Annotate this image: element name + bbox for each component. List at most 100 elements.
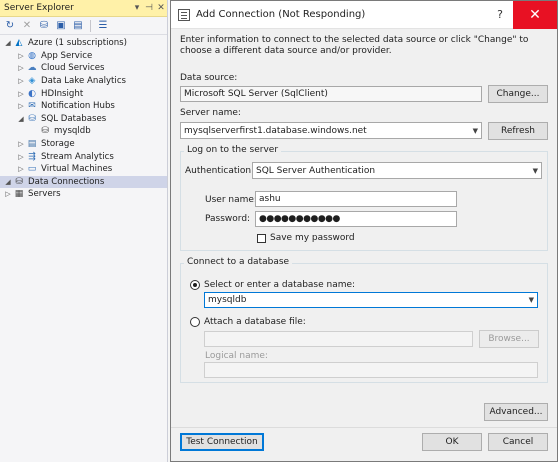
authentication-value: SQL Server Authentication xyxy=(256,165,376,176)
tree-item-label: Notification Hubs xyxy=(41,101,115,112)
tree-item-label: HDInsight xyxy=(41,88,84,99)
tree-item[interactable]: ◢ ⛁ Data Connections xyxy=(0,175,167,189)
username-label: User name: xyxy=(205,195,257,205)
servers-icon: ▦ xyxy=(14,189,24,200)
server-name-value: mysqlserverfirst1.database.windows.net xyxy=(184,125,367,136)
tree-item[interactable]: ▷ ☁ Cloud Services xyxy=(0,62,167,75)
ok-button[interactable]: OK xyxy=(422,433,482,451)
database-name-combobox[interactable]: mysqldb ▼ xyxy=(204,292,538,308)
stop-icon[interactable]: ✕ xyxy=(20,19,34,33)
tree-item[interactable]: ▷ ▦ Servers xyxy=(0,188,167,201)
collapsed-caret-icon[interactable]: ▷ xyxy=(3,190,13,198)
attach-file-label: Attach a database file: xyxy=(204,317,306,327)
globe-icon: ◍ xyxy=(28,50,36,61)
connect-azure-icon[interactable]: ▤ xyxy=(71,19,85,33)
chevron-down-icon[interactable]: ▼ xyxy=(473,127,478,135)
collapsed-caret-icon[interactable]: ▷ xyxy=(16,77,26,85)
database-name-value: mysqldb xyxy=(208,295,247,305)
tree-item[interactable]: ▷ ✉ Notification Hubs xyxy=(0,100,167,113)
expanded-caret-icon[interactable]: ◢ xyxy=(16,115,26,123)
close-button[interactable]: ✕ xyxy=(513,0,557,29)
tree-item[interactable]: ▷ ◈ Data Lake Analytics xyxy=(0,75,167,88)
tree-item[interactable]: ▷ ◍ App Service xyxy=(0,50,167,63)
collapsed-caret-icon[interactable]: ▷ xyxy=(16,140,26,148)
server-explorer-panel: Server Explorer ▾ ⊣ ✕ ↻ ✕ ⛁ ▣ ▤ ☰ ◢ ◭ Azur… xyxy=(0,0,168,462)
collapsed-caret-icon[interactable]: ▷ xyxy=(16,52,26,60)
data-source-label: Data source: xyxy=(180,73,238,83)
collapsed-caret-icon[interactable]: ▷ xyxy=(16,64,26,72)
username-input[interactable]: ashu xyxy=(255,191,457,207)
refresh-icon[interactable]: ↻ xyxy=(3,19,17,33)
chevron-down-icon[interactable]: ▼ xyxy=(529,296,534,304)
server-explorer-titlebar: Server Explorer ▾ ⊣ ✕ xyxy=(0,0,167,17)
storage-icon: ▤ xyxy=(27,139,37,150)
server-explorer-toolbar: ↻ ✕ ⛁ ▣ ▤ ☰ xyxy=(0,17,167,35)
tree-item[interactable]: ◢ ⛁ SQL Databases xyxy=(0,113,167,126)
tree-item-label: App Service xyxy=(41,50,93,61)
collapsed-caret-icon[interactable]: ▷ xyxy=(16,102,26,110)
server-name-combobox[interactable]: mysqlserverfirst1.database.windows.net ▼ xyxy=(180,122,482,139)
tree-item-label: SQL Databases xyxy=(41,113,107,124)
server-explorer-title: Server Explorer xyxy=(4,3,74,13)
cancel-button[interactable]: Cancel xyxy=(488,433,548,451)
tree-item[interactable]: ▷ ⇶ Stream Analytics xyxy=(0,150,167,163)
pin-icon[interactable]: ⊣ xyxy=(143,3,155,13)
attach-file-input[interactable] xyxy=(204,331,473,347)
tree-item-label: Servers xyxy=(28,189,61,200)
window-position-dropdown-icon[interactable]: ▾ xyxy=(131,3,143,13)
connect-database-icon[interactable]: ⛁ xyxy=(37,19,51,33)
test-connection-button[interactable]: Test Connection xyxy=(180,433,264,451)
logical-name-label: Logical name: xyxy=(205,351,268,361)
refresh-button[interactable]: Refresh xyxy=(488,122,548,140)
tree-item-label: Azure (1 subscriptions) xyxy=(28,38,128,49)
tree-item[interactable]: ⛁ mysqldb xyxy=(0,125,167,138)
tree-item-label: mysqldb xyxy=(54,126,91,137)
help-button[interactable]: ? xyxy=(487,8,513,21)
toolbar-separator xyxy=(90,19,91,32)
sql-database-icon: ⛁ xyxy=(28,113,36,124)
stream-analytics-icon: ⇶ xyxy=(28,151,36,162)
close-panel-icon[interactable]: ✕ xyxy=(155,3,167,13)
save-password-label: Save my password xyxy=(270,233,355,243)
tree-item[interactable]: ▷ ◐ HDInsight xyxy=(0,87,167,100)
change-button[interactable]: Change... xyxy=(488,85,548,103)
save-password-checkbox[interactable] xyxy=(257,234,266,243)
select-database-radio[interactable] xyxy=(190,280,200,290)
tree-item[interactable]: ▷ ▭ Virtual Machines xyxy=(0,163,167,176)
tree-item-label: Storage xyxy=(41,139,75,150)
collapsed-caret-icon[interactable]: ▷ xyxy=(16,165,26,173)
tree-item-label: Stream Analytics xyxy=(41,151,114,162)
add-connection-dialog: Add Connection (Not Responding) ? ✕ Ente… xyxy=(170,0,558,462)
intro-text: Enter information to connect to the sele… xyxy=(180,35,529,56)
tree-item[interactable]: ▷ ▤ Storage xyxy=(0,138,167,151)
data-source-field: Microsoft SQL Server (SqlClient) xyxy=(180,86,482,102)
collapsed-caret-icon[interactable]: ▷ xyxy=(16,90,26,98)
password-input[interactable]: ●●●●●●●●●●● xyxy=(255,211,457,227)
server-explorer-tree: ◢ ◭ Azure (1 subscriptions) ▷ ◍ App Service ▷ ☁… xyxy=(0,35,167,201)
browse-button[interactable]: Browse... xyxy=(479,330,539,348)
properties-icon[interactable]: ☰ xyxy=(96,19,110,33)
password-label: Password: xyxy=(205,214,251,224)
collapsed-caret-icon[interactable]: ▷ xyxy=(16,153,26,161)
tree-item-label: Virtual Machines xyxy=(41,164,113,175)
advanced-button[interactable]: Advanced... xyxy=(484,403,548,421)
logical-name-input[interactable] xyxy=(204,362,538,378)
chevron-down-icon[interactable]: ▼ xyxy=(533,167,538,175)
vm-icon: ▭ xyxy=(27,164,37,175)
tree-item[interactable]: ◢ ◭ Azure (1 subscriptions) xyxy=(0,37,167,50)
authentication-label: Authentication: xyxy=(185,166,255,176)
hdinsight-icon: ◐ xyxy=(28,88,36,99)
dialog-window-icon xyxy=(178,8,190,21)
authentication-select[interactable]: SQL Server Authentication ▼ xyxy=(252,162,542,179)
expanded-caret-icon[interactable]: ◢ xyxy=(3,39,13,47)
cloud-icon: ☁ xyxy=(27,63,37,74)
footer-divider xyxy=(171,427,557,428)
select-database-label: Select or enter a database name: xyxy=(204,280,356,290)
dialog-title: Add Connection (Not Responding) xyxy=(196,9,366,20)
expanded-caret-icon[interactable]: ◢ xyxy=(3,178,13,186)
tree-item-label: Data Connections xyxy=(28,176,105,187)
notification-hub-icon: ✉ xyxy=(28,101,36,112)
connect-server-icon[interactable]: ▣ xyxy=(54,19,68,33)
database-icon: ⛁ xyxy=(41,126,49,137)
attach-file-radio[interactable] xyxy=(190,317,200,327)
